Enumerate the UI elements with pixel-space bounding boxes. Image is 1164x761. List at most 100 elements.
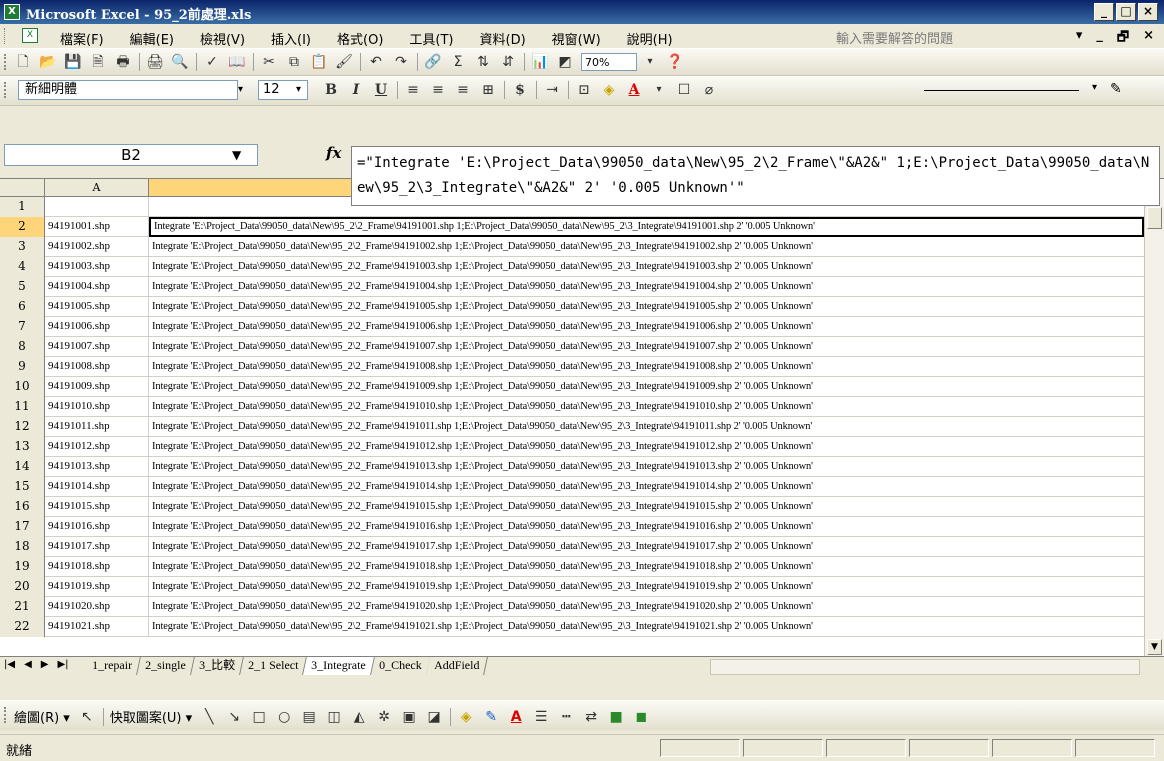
row-header[interactable]: 14 bbox=[0, 457, 45, 477]
cell-b[interactable]: Integrate 'E:\Project_Data\99050_data\Ne… bbox=[149, 357, 1144, 377]
select-objects-icon[interactable]: ↖ bbox=[78, 708, 96, 726]
permission-icon[interactable]: 🗎 bbox=[89, 53, 107, 71]
align-right-icon[interactable]: ≡ bbox=[454, 81, 472, 99]
picture-icon[interactable]: ▣ bbox=[400, 708, 418, 726]
diagram-icon[interactable]: ◭ bbox=[350, 708, 368, 726]
dash-style-icon[interactable]: ┅ bbox=[557, 708, 575, 726]
cell-a[interactable]: 94191002.shp bbox=[45, 237, 149, 257]
cell-b[interactable]: Integrate 'E:\Project_Data\99050_data\Ne… bbox=[149, 477, 1144, 497]
help-question-box[interactable]: 輸入需要解答的問題 bbox=[836, 28, 1076, 47]
chevron-down-icon[interactable]: ▾ bbox=[238, 80, 252, 100]
workbook-restore-icon[interactable]: 🗗 bbox=[1117, 28, 1129, 50]
redo-icon[interactable]: ↷ bbox=[392, 53, 410, 71]
sort-ascending-icon[interactable]: ⇅ bbox=[474, 53, 492, 71]
vertical-scrollbar[interactable]: ▼ bbox=[1144, 179, 1164, 657]
sheet-tab[interactable]: 0_Check bbox=[370, 657, 431, 675]
cell-b[interactable]: Integrate 'E:\Project_Data\99050_data\Ne… bbox=[149, 537, 1144, 557]
cell-b[interactable]: Integrate 'E:\Project_Data\99050_data\Ne… bbox=[149, 437, 1144, 457]
row-header[interactable]: 18 bbox=[0, 537, 45, 557]
toolbar-grip[interactable] bbox=[4, 82, 9, 98]
workbook-minimize-icon[interactable]: _ bbox=[1096, 28, 1103, 50]
row-header[interactable]: 8 bbox=[0, 337, 45, 357]
row-header[interactable]: 13 bbox=[0, 437, 45, 457]
cell-a[interactable]: 94191011.shp bbox=[45, 417, 149, 437]
cell-b[interactable]: Integrate 'E:\Project_Data\99050_data\Ne… bbox=[149, 277, 1144, 297]
new-icon[interactable]: 🗋 bbox=[14, 53, 32, 71]
align-left-icon[interactable]: ≡ bbox=[404, 81, 422, 99]
draw-menu-button[interactable]: 繪圖(R) ▾ bbox=[14, 707, 70, 726]
paste-icon[interactable]: 📋 bbox=[310, 53, 328, 71]
cell-b[interactable]: Integrate 'E:\Project_Data\99050_data\Ne… bbox=[149, 397, 1144, 417]
menu-item[interactable]: 視窗(W) bbox=[552, 29, 601, 48]
cell-b[interactable]: Integrate 'E:\Project_Data\99050_data\Ne… bbox=[149, 497, 1144, 517]
cell-a[interactable]: 94191012.shp bbox=[45, 437, 149, 457]
cell-b[interactable]: Integrate 'E:\Project_Data\99050_data\Ne… bbox=[149, 297, 1144, 317]
cell-a[interactable]: 94191016.shp bbox=[45, 517, 149, 537]
row-header[interactable]: 19 bbox=[0, 557, 45, 577]
name-box[interactable]: B2 bbox=[4, 144, 258, 166]
maximize-button[interactable]: □ bbox=[1116, 3, 1136, 21]
cell-b[interactable]: Integrate 'E:\Project_Data\99050_data\Ne… bbox=[149, 377, 1144, 397]
workbook-menu-icon[interactable]: ▾ bbox=[1076, 28, 1083, 50]
workbook-icon[interactable]: X bbox=[22, 28, 38, 43]
help-icon[interactable]: ❓ bbox=[666, 53, 684, 71]
copy-icon[interactable]: ⧉ bbox=[285, 53, 303, 71]
arrow-style-icon[interactable]: ⇄ bbox=[582, 708, 600, 726]
spelling-icon[interactable]: ✓ bbox=[203, 53, 221, 71]
prev-sheet-icon[interactable]: ◀ bbox=[24, 659, 32, 670]
row-header[interactable]: 22 bbox=[0, 617, 45, 637]
reference-icon[interactable]: 📖 bbox=[228, 53, 246, 71]
row-header[interactable]: 21 bbox=[0, 597, 45, 617]
sheet-tab[interactable]: 3_比較 bbox=[190, 657, 244, 675]
menu-item[interactable]: 檔案(F) bbox=[60, 29, 104, 48]
merge-center-icon[interactable]: ⊞ bbox=[479, 81, 497, 99]
open-icon[interactable]: 📂 bbox=[39, 53, 57, 71]
wordart-icon[interactable]: ◫ bbox=[325, 708, 343, 726]
drawing-icon[interactable]: ◩ bbox=[556, 53, 574, 71]
menu-item[interactable]: 插入(I) bbox=[271, 29, 311, 48]
menu-grip[interactable] bbox=[4, 28, 8, 44]
autoshapes-menu-button[interactable]: 快取圖案(U) ▾ bbox=[110, 707, 192, 726]
row-header[interactable]: 6 bbox=[0, 297, 45, 317]
insert-function-icon[interactable]: fx bbox=[326, 144, 341, 162]
chevron-down-icon[interactable]: ▼ bbox=[232, 148, 241, 162]
sort-descending-icon[interactable]: ⇵ bbox=[499, 53, 517, 71]
row-header[interactable]: 5 bbox=[0, 277, 45, 297]
menu-item[interactable]: 資料(D) bbox=[480, 29, 526, 48]
bold-button[interactable]: B bbox=[322, 81, 340, 99]
cell-b[interactable]: Integrate 'E:\Project_Data\99050_data\Ne… bbox=[149, 597, 1144, 617]
vertical-scroll-thumb[interactable] bbox=[1147, 207, 1162, 229]
research-icon[interactable]: 🔍 bbox=[171, 53, 189, 71]
menu-item[interactable]: 格式(O) bbox=[337, 29, 383, 48]
sheet-tab[interactable]: 1_repair bbox=[84, 657, 141, 675]
toolbar-grip[interactable] bbox=[4, 54, 9, 70]
align-center-icon[interactable]: ≡ bbox=[429, 81, 447, 99]
3d-style-icon[interactable]: ◼ bbox=[632, 708, 650, 726]
print-preview-icon[interactable]: 🖶 bbox=[114, 53, 132, 71]
cut-icon[interactable]: ✂ bbox=[260, 53, 278, 71]
save-icon[interactable]: 💾 bbox=[64, 53, 82, 71]
text-box-icon[interactable]: ▤ bbox=[300, 708, 318, 726]
pencil-icon[interactable]: ✎ bbox=[1110, 81, 1122, 97]
cell-a[interactable]: 94191006.shp bbox=[45, 317, 149, 337]
active-cell-b[interactable]: Integrate 'E:\Project_Data\99050_data\Ne… bbox=[149, 217, 1144, 237]
first-sheet-icon[interactable]: |◀ bbox=[4, 659, 15, 670]
cell-a[interactable] bbox=[45, 197, 149, 217]
row-header[interactable]: 15 bbox=[0, 477, 45, 497]
underline-button[interactable]: U bbox=[372, 81, 390, 99]
cell-a[interactable]: 94191003.shp bbox=[45, 257, 149, 277]
line-style-preview[interactable] bbox=[924, 90, 1079, 91]
cell-b[interactable]: Integrate 'E:\Project_Data\99050_data\Ne… bbox=[149, 557, 1144, 577]
sheet-tab[interactable]: 3_Integrate bbox=[303, 657, 375, 675]
cell-a[interactable]: 94191005.shp bbox=[45, 297, 149, 317]
image-icon[interactable]: ◪ bbox=[425, 708, 443, 726]
hyperlink-icon[interactable]: 🔗 bbox=[424, 53, 442, 71]
column-header-a[interactable]: A bbox=[45, 179, 149, 197]
borders-icon[interactable]: ⊡ bbox=[575, 81, 593, 99]
row-header[interactable]: 12 bbox=[0, 417, 45, 437]
cell-a[interactable]: 94191004.shp bbox=[45, 277, 149, 297]
cell-a[interactable]: 94191009.shp bbox=[45, 377, 149, 397]
cell-a[interactable]: 94191014.shp bbox=[45, 477, 149, 497]
workbook-close-icon[interactable]: × bbox=[1143, 28, 1154, 50]
row-header[interactable]: 17 bbox=[0, 517, 45, 537]
